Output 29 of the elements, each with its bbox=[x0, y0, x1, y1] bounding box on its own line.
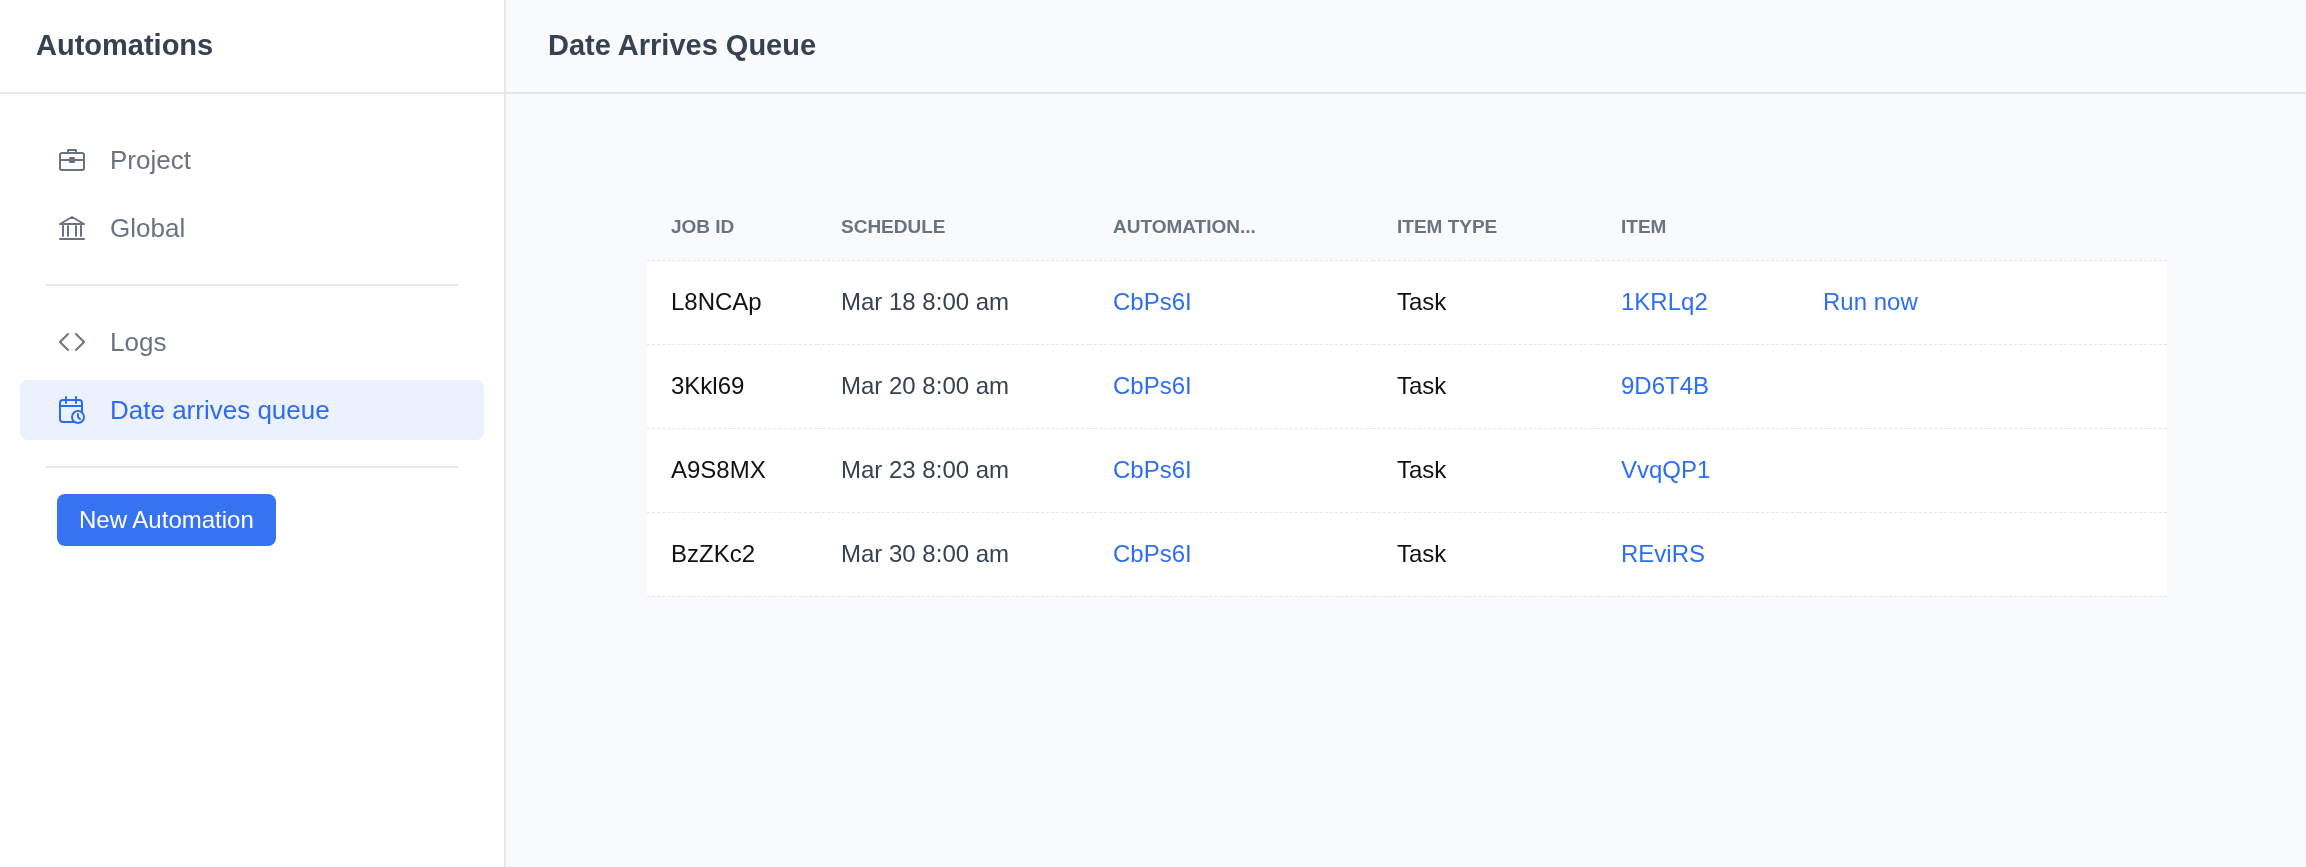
automation-link[interactable]: CbPs6I bbox=[1113, 456, 1192, 483]
item-link[interactable]: 9D6T4B bbox=[1621, 372, 1710, 399]
sidebar-item[interactable]: Project bbox=[20, 130, 484, 190]
schedule: Mar 30 8:00 am bbox=[841, 540, 1010, 567]
item-type: Task bbox=[1397, 372, 1447, 399]
job-id: 3Kkl69 bbox=[671, 372, 745, 399]
automation-link[interactable]: CbPs6I bbox=[1113, 540, 1192, 567]
new-automation-button[interactable]: New Automation bbox=[57, 494, 276, 546]
schedule: Mar 23 8:00 am bbox=[841, 456, 1010, 483]
item-type: Task bbox=[1397, 288, 1447, 315]
schedule: Mar 18 8:00 am bbox=[841, 288, 1010, 315]
sidebar-item[interactable]: Date arrives queue bbox=[20, 380, 484, 440]
job-id: L8NCAp bbox=[671, 288, 762, 315]
item-type: Task bbox=[1397, 540, 1447, 567]
item-type: Task bbox=[1397, 456, 1447, 483]
automation-link[interactable]: CbPs6I bbox=[1113, 288, 1192, 315]
calendar-icon bbox=[56, 394, 88, 426]
sidebar-title: Automations bbox=[36, 28, 214, 64]
run-now-link[interactable]: Run now bbox=[1823, 288, 1918, 315]
item-link[interactable]: VvqQP1 bbox=[1621, 456, 1711, 483]
sidebar-item[interactable]: Global bbox=[20, 198, 484, 258]
sidebar-item[interactable]: Logs bbox=[20, 312, 484, 372]
page-title: Date Arrives Queue bbox=[548, 28, 817, 64]
job-id: A9S8MX bbox=[671, 456, 766, 483]
item-link[interactable]: REviRS bbox=[1621, 540, 1705, 567]
item-link[interactable]: 1KRLq2 bbox=[1621, 288, 1708, 315]
job-id: BzZKc2 bbox=[671, 540, 756, 567]
automation-link[interactable]: CbPs6I bbox=[1113, 372, 1192, 399]
schedule: Mar 20 8:00 am bbox=[841, 372, 1010, 399]
